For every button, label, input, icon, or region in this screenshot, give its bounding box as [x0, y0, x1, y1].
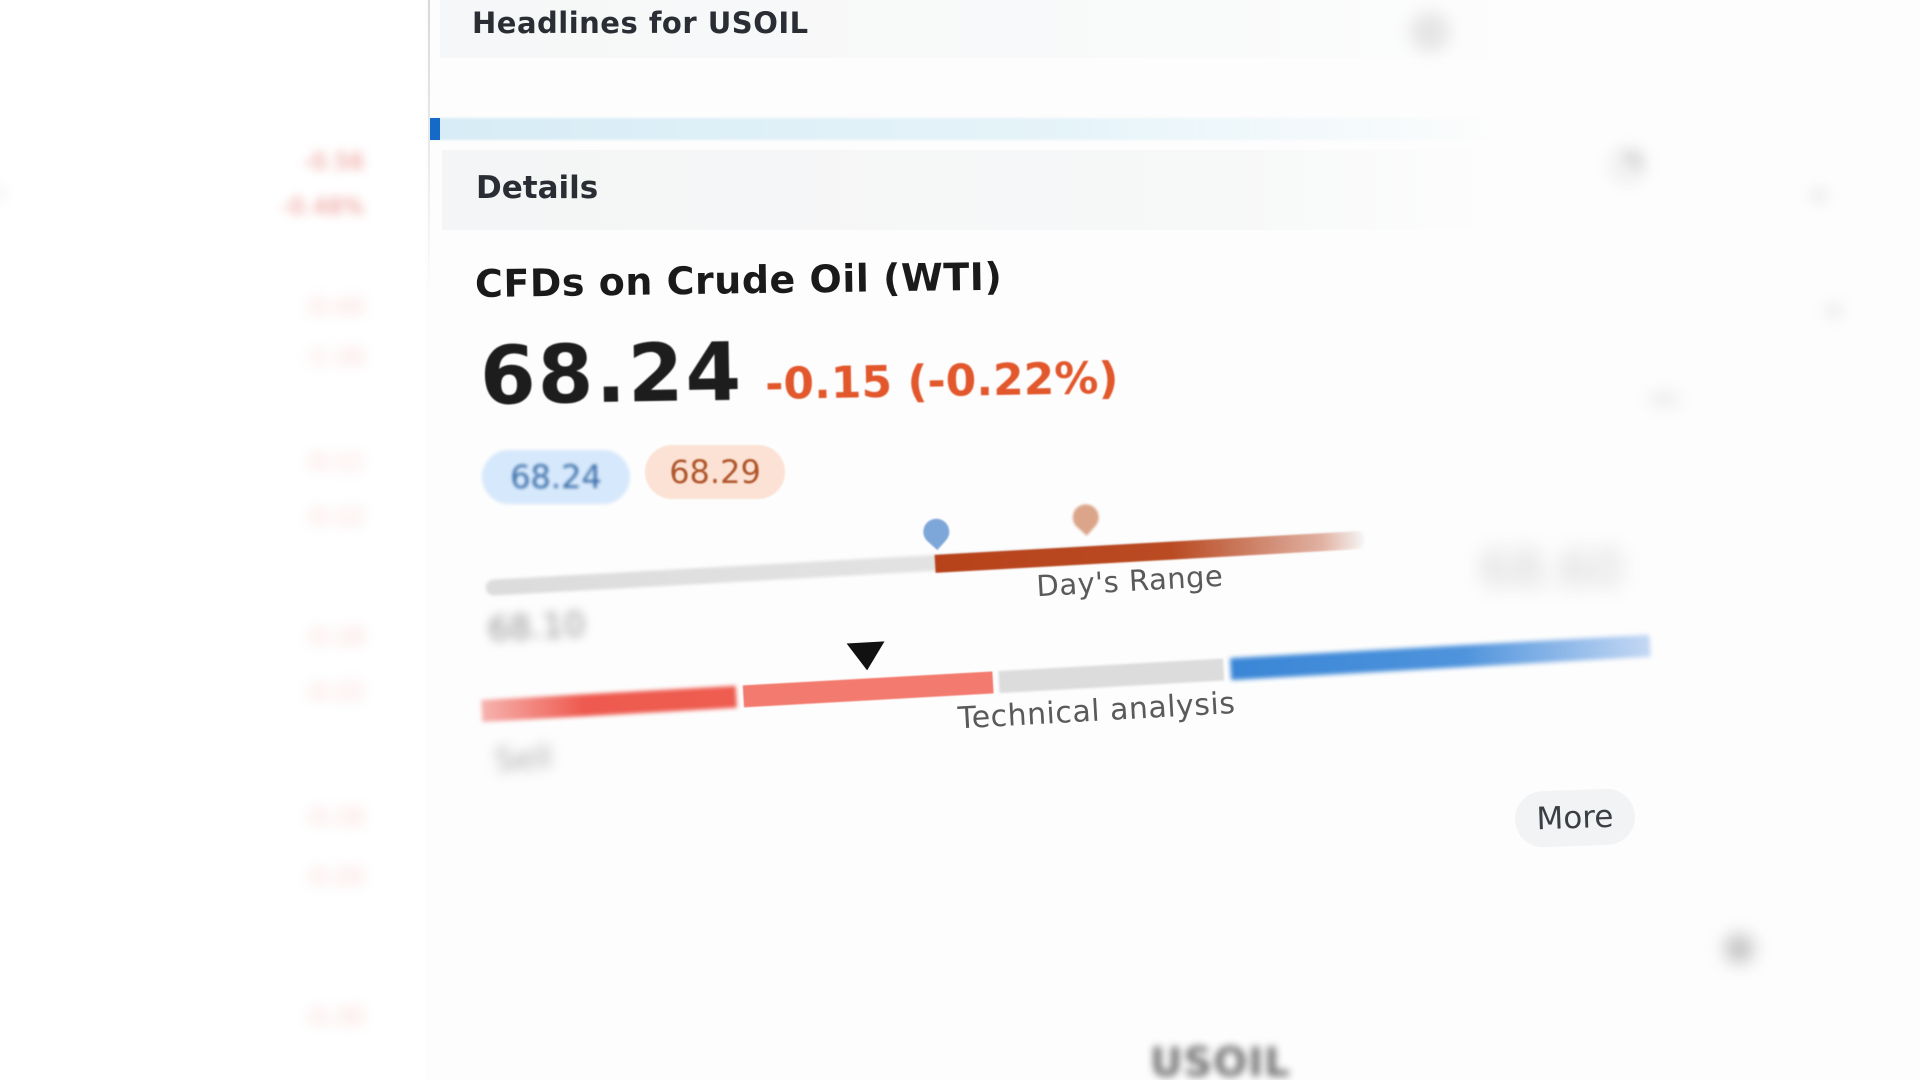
- ta-indicator-arrow-icon: [846, 641, 887, 672]
- next-section-title: USOIL: [1150, 1040, 1291, 1080]
- bid-button[interactable]: 68.24: [482, 450, 630, 504]
- right-panel-icon[interactable]: •: [1810, 180, 1828, 215]
- app-window: -0.56 -0.48% -0.44 -1.16 -0.11 -0.12 -0.…: [0, 0, 1920, 1080]
- watchlist-change[interactable]: -1.16: [303, 345, 365, 370]
- watchlist-change[interactable]: -0.48%: [281, 195, 365, 220]
- right-panel-icon[interactable]: ▭: [1650, 380, 1678, 415]
- days-range-low: 68.10: [486, 604, 587, 650]
- right-panel-icon[interactable]: ◉: [1720, 920, 1758, 971]
- last-price: 68.24: [479, 325, 744, 423]
- watchlist-change[interactable]: -0.22: [303, 680, 365, 705]
- watchlist-change[interactable]: -0.56: [303, 150, 365, 175]
- watchlist-change[interactable]: -0.11: [303, 450, 365, 475]
- watchlist-change[interactable]: -0.18: [303, 625, 365, 650]
- headlines-title[interactable]: Headlines for USOIL: [472, 6, 809, 40]
- watchlist-change[interactable]: -0.30: [303, 1005, 365, 1030]
- instrument-name: CFDs on Crude Oil (WTI): [474, 254, 1003, 306]
- ask-button[interactable]: 68.29: [645, 445, 785, 499]
- technical-analysis-label[interactable]: Technical analysis: [957, 686, 1236, 736]
- right-panel-icon[interactable]: •: [1825, 295, 1843, 330]
- ta-strong-sell-segment: [481, 685, 737, 722]
- section-accent-marker: [430, 118, 440, 140]
- ta-sell-segment: [742, 671, 994, 708]
- details-panel: Headlines for USOIL Details CFDs on Crud…: [430, 0, 1920, 1080]
- section-accent-bar: [430, 118, 1510, 140]
- watchlist-change[interactable]: -0.44: [303, 295, 365, 320]
- price-row: 68.24 -0.15 (-0.22%): [479, 319, 1119, 423]
- technical-analysis-summary: Sell: [493, 738, 554, 780]
- watchlist-change[interactable]: -0.12: [303, 505, 365, 530]
- watchlist-edge-mark: ›: [0, 175, 5, 208]
- details-header[interactable]: [442, 150, 1502, 230]
- more-button[interactable]: More: [1514, 787, 1636, 849]
- price-change: -0.15 (-0.22%): [764, 352, 1119, 411]
- settings-icon[interactable]: [1410, 12, 1450, 52]
- ta-buy-segment: [1229, 634, 1651, 681]
- bid-marker-icon: [917, 513, 955, 551]
- right-panel-icon[interactable]: ◔: [1610, 140, 1645, 186]
- watchlist-change[interactable]: -0.16: [303, 805, 365, 830]
- watchlist-panel: -0.56 -0.48% -0.44 -1.16 -0.11 -0.12 -0.…: [0, 0, 425, 1080]
- details-title: Details: [476, 170, 599, 206]
- watchlist-change[interactable]: -0.20: [303, 865, 365, 890]
- ask-marker-icon: [1067, 499, 1105, 536]
